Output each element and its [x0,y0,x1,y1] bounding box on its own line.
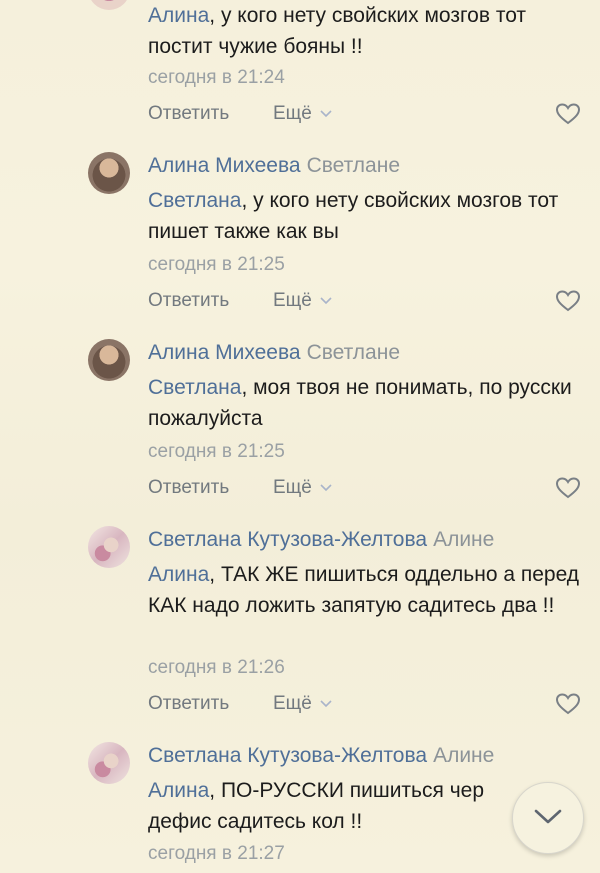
reply-button[interactable]: Ответить [148,693,229,715]
mention-link[interactable]: Светлана [148,189,241,212]
author-name[interactable]: Светлана Кутузова-Желтова [148,744,427,767]
avatar[interactable] [88,742,130,784]
comment-text: Алина, у кого нету свойских мозгов тот п… [148,0,588,62]
avatar[interactable] [88,526,130,568]
mention-link[interactable]: Светлана [148,376,241,399]
comment-body: , ПО-РУССКИ пишиться чер [209,779,484,802]
reply-button[interactable]: Ответить [148,103,229,125]
more-button[interactable]: Ещё [273,290,332,312]
author-name[interactable]: Алина Михеева [148,341,301,364]
heart-outline-icon[interactable] [555,102,581,126]
chevron-down-icon [320,110,332,118]
comment-timestamp: сегодня в 21:24 [148,67,285,88]
more-label: Ещё [273,290,312,311]
more-label: Ещё [273,103,312,124]
comment-header: Алина Михеева Светлане [148,340,400,366]
more-button[interactable]: Ещё [273,103,332,125]
reply-button[interactable]: Ответить [148,477,229,499]
comment-header: Светлана Кутузова-Желтова Алине [148,743,494,769]
avatar[interactable] [88,0,130,10]
comment-body: , ТАК ЖЕ пишиться оддельно а перед КАК н… [148,563,580,617]
comment-text: Алина, ПО-РУССКИ пишиться чер [148,775,508,806]
scroll-down-button[interactable] [512,782,584,854]
chevron-down-icon [320,297,332,305]
avatar[interactable] [88,339,130,381]
mention-link[interactable]: Алина [148,4,209,27]
reply-to-name[interactable]: Алине [433,744,494,767]
heart-outline-icon[interactable] [555,692,581,716]
comment-timestamp: сегодня в 21:25 [148,254,285,275]
author-name[interactable]: Светлана Кутузова-Желтова [148,528,427,551]
comment-text: Алина, ТАК ЖЕ пишиться оддельно а перед … [148,559,588,621]
reply-to-name[interactable]: Алине [433,528,494,551]
comment-text: Светлана, у кого нету свойских мозгов то… [148,185,588,247]
more-button[interactable]: Ещё [273,693,332,715]
more-button[interactable]: Ещё [273,477,332,499]
chevron-down-icon [320,700,332,708]
comment-header: Алина Михеева Светлане [148,153,400,179]
comment-timestamp: сегодня в 21:25 [148,441,285,462]
mention-link[interactable]: Алина [148,779,209,802]
reply-button[interactable]: Ответить [148,290,229,312]
heart-outline-icon[interactable] [555,476,581,500]
reply-to-name[interactable]: Светлане [307,154,400,177]
more-label: Ещё [273,477,312,498]
comment-timestamp: сегодня в 21:27 [148,843,285,864]
chevron-down-icon [534,809,562,824]
comment-header: Светлана Кутузова-Желтова Алине [148,527,494,553]
comments-feed: Алина, у кого нету свойских мозгов тот п… [0,0,600,873]
heart-outline-icon[interactable] [555,289,581,313]
mention-link[interactable]: Алина [148,563,209,586]
chevron-down-icon [320,484,332,492]
avatar[interactable] [88,152,130,194]
comment-text: Светлана, моя твоя не понимать, по русск… [148,372,588,434]
author-name[interactable]: Алина Михеева [148,154,301,177]
reply-to-name[interactable]: Светлане [307,341,400,364]
more-label: Ещё [273,693,312,714]
comment-timestamp: сегодня в 21:26 [148,657,285,678]
